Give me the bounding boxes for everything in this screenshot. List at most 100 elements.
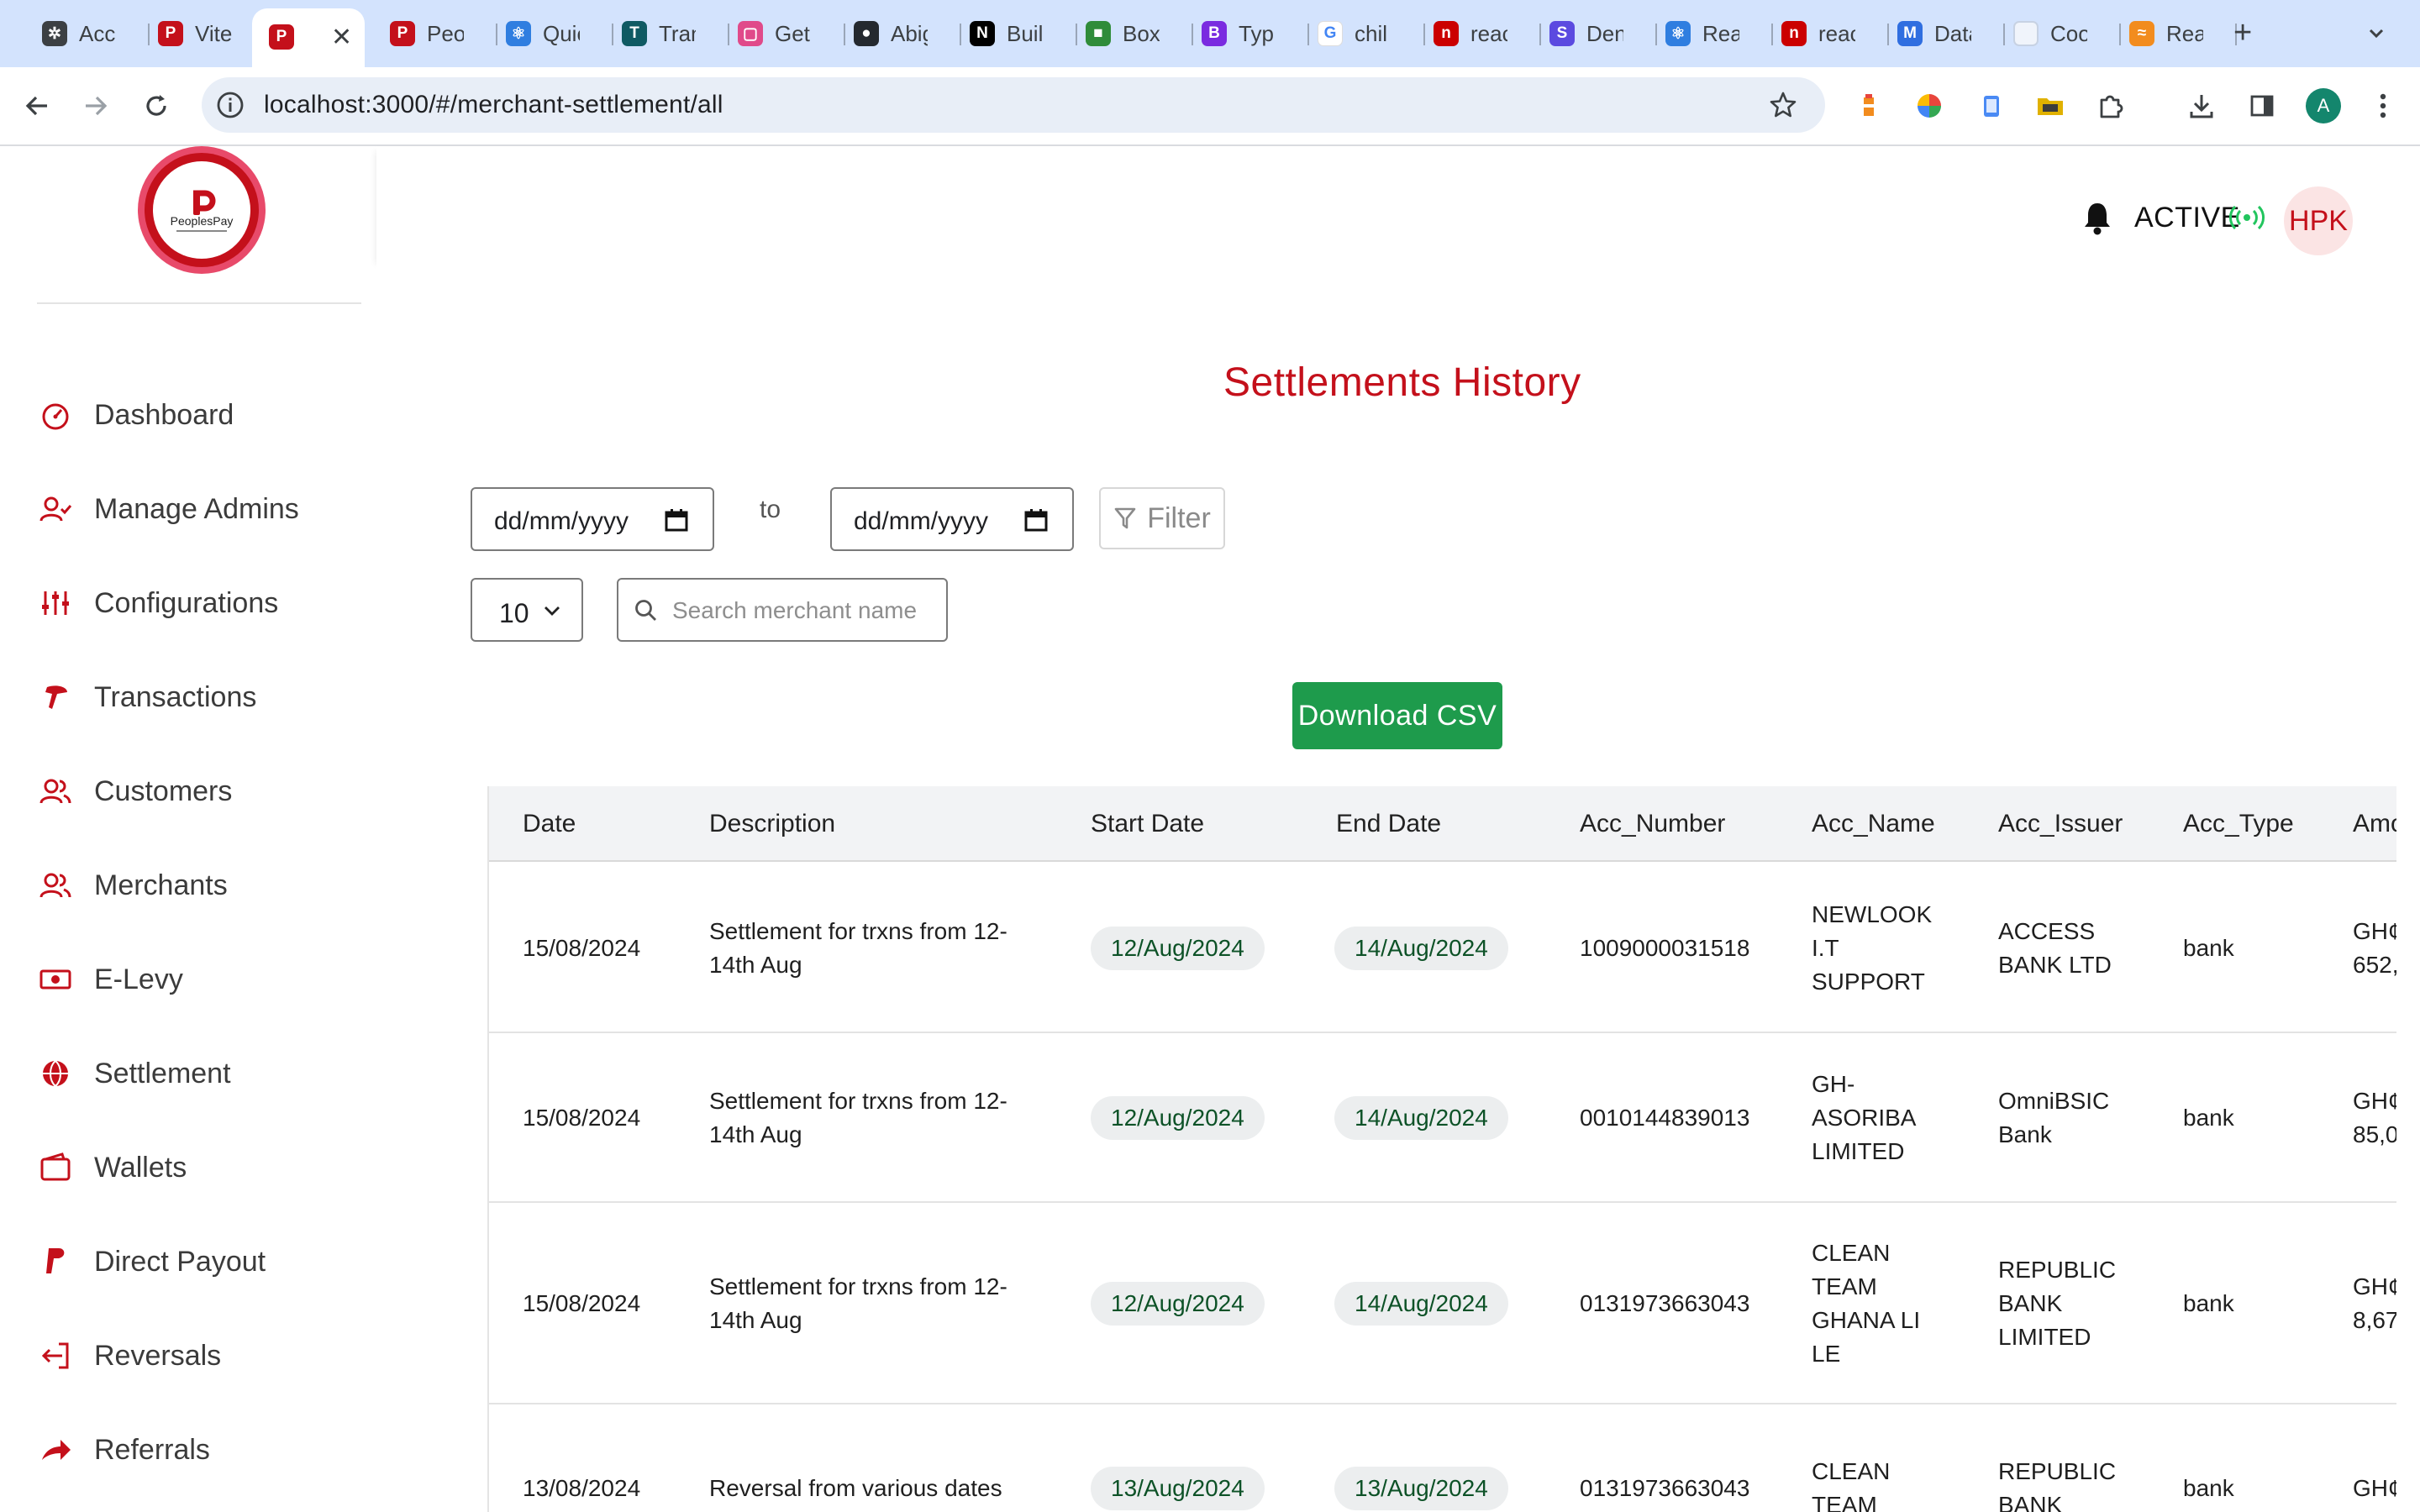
side-panel-icon[interactable] [2247,91,2277,121]
browser-toolbar: localhost:3000/#/merchant-settlement/all [0,67,2420,146]
browser-tab[interactable]: nreac [1415,13,1541,54]
tab-title: reac [1470,20,1507,46]
bookmark-star-icon[interactable] [1768,90,1798,120]
end-date-badge: 14/Aug/2024 [1334,1096,1508,1140]
calendar-icon[interactable] [664,507,689,533]
sidebar-item-wallets[interactable]: Wallets [37,1142,365,1193]
new-tab-button[interactable]: + [2233,17,2252,49]
sidebar-item-transactions[interactable]: Transactions [37,672,365,722]
table-row[interactable]: 13/08/2024 Reversal from various dates 13/… [489,1404,2396,1512]
sidebar-item-customers[interactable]: Customers [37,766,365,816]
browser-tab[interactable]: T Tran [603,13,729,54]
cell-acc-type: bank [2183,935,2234,961]
page-title: Settlements History [1223,360,1581,405]
browser-tab[interactable]: ▢ Get [719,13,845,54]
browser-tab[interactable]: N Buil [951,13,1077,54]
tab-title: Rea [2166,20,2203,46]
column-header-acc-type[interactable]: Acc_Type [2183,810,2294,838]
mui-icon: M [1897,21,1923,46]
start-date-input[interactable]: dd/mm/yyyy [471,487,714,551]
back-arrow-icon[interactable] [20,89,54,123]
profile-avatar[interactable]: A [2306,88,2341,123]
user-avatar[interactable]: HPK [2284,186,2353,255]
react-icon: ⚛ [506,21,531,46]
url-text[interactable]: localhost:3000/#/merchant-settlement/all [264,91,723,119]
sidebar-item-configurations[interactable]: Configurations [37,578,365,628]
sidebar-item-settlement[interactable]: Settlement [37,1048,365,1099]
sidebar-item-reversals[interactable]: Reversals [37,1331,365,1381]
browser-tab[interactable]: M Data [1879,13,2005,54]
column-header-description[interactable]: Description [709,810,835,838]
tab-title: Den [1586,20,1623,46]
end-date-badge: 14/Aug/2024 [1334,927,1508,970]
cell-acc-number: 1009000031518 [1580,935,1750,961]
extension-folder-icon[interactable] [2035,91,2065,121]
sidebar-item-e-levy[interactable]: E-Levy [37,954,365,1005]
browser-tab[interactable]: B Typ [1183,13,1309,54]
search-input[interactable] [672,593,934,628]
download-csv-button[interactable]: Download CSV [1292,682,1502,749]
browser-tab[interactable]: S Den [1531,13,1657,54]
page-size-value: 10 [499,598,529,628]
extensions-puzzle-icon[interactable] [2096,91,2126,121]
sidebar-item-manage-admins[interactable]: Manage Admins [37,484,365,534]
sidebar-item-direct-payout[interactable]: Direct Payout [37,1236,365,1287]
download-icon[interactable] [2186,91,2217,121]
address-bar[interactable]: localhost:3000/#/merchant-settlement/all [202,77,1825,133]
dashboard-gauge-icon [37,396,74,433]
browser-menu-icon[interactable] [2368,91,2398,121]
broadcast-signal-icon [2229,205,2265,230]
column-header-end-date[interactable]: End Date [1336,810,1441,838]
table-row[interactable]: 15/08/2024 Settlement for trxns from 12- 1… [489,864,2396,1033]
cell-amount: GH¢ [2353,1273,2396,1299]
cell-acc-issuer: ACCESS [1998,918,2096,944]
browser-tab[interactable]: nreac [1763,13,1889,54]
column-header-acc-name[interactable]: Acc_Name [1812,810,1935,838]
end-date-placeholder: dd/mm/yyyy [854,507,989,535]
start-date-badge: 12/Aug/2024 [1091,927,1265,970]
column-header-acc-number[interactable]: Acc_Number [1580,810,1725,838]
forward-arrow-icon[interactable] [79,89,113,123]
end-date-input[interactable]: dd/mm/yyyy [830,487,1074,551]
sidebar-item-label: Merchants [94,869,228,901]
browser-tab[interactable]: ● Abig [835,13,961,54]
cell-date: 13/08/2024 [523,1475,641,1501]
filter-button[interactable]: Filter [1099,487,1225,549]
table-row[interactable]: 15/08/2024 Settlement for trxns from 12- 1… [489,1033,2396,1203]
column-header-acc-issuer[interactable]: Acc_Issuer [1998,810,2123,838]
sidebar-item-label: Customers [94,774,233,807]
cell-acc-name: LE [1812,1341,1841,1367]
browser-tab[interactable]: Gchil [1299,13,1425,54]
cell-acc-type: bank [2183,1290,2234,1316]
browser-tab[interactable]: ⚛ Quic [487,13,613,54]
tab-search-chevron-icon[interactable] [2365,22,2388,45]
sidebar-item-merchants[interactable]: Merchants [37,860,365,911]
notification-bell-icon[interactable] [2081,200,2114,235]
browser-tab[interactable]: P Vite [139,13,266,54]
table-row[interactable]: 15/08/2024 Settlement for trxns from 12- 1… [489,1203,2396,1404]
calendar-icon[interactable] [1023,507,1049,533]
browser-tab[interactable]: Coo [1995,13,2121,54]
merchant-search-field[interactable] [617,578,948,642]
reload-icon[interactable] [139,89,173,123]
close-tab-icon[interactable]: ✕ [331,25,352,50]
sidebar-item-referrals[interactable]: Referrals [37,1425,365,1475]
extension-color-wheel-icon[interactable] [1914,91,1944,121]
browser-tab[interactable]: ⚛ Rea [1647,13,1773,54]
sidebar-item-dashboard[interactable]: Dashboard [37,390,365,440]
browser-tab[interactable]: ≈ Rea [2111,13,2237,54]
sliders-icon [37,585,74,622]
cell-acc-issuer: LIMITED [1998,1324,2091,1350]
tab-title: Rea [1702,20,1739,46]
extension-clipboard-icon[interactable] [1976,91,2007,121]
browser-tab[interactable]: ■ Box [1067,13,1193,54]
active-browser-tab[interactable]: P ✕ [252,8,365,67]
browser-tab[interactable]: P Peo [371,13,497,54]
column-header-amount[interactable]: Amo [2353,810,2396,838]
column-header-start-date[interactable]: Start Date [1091,810,1204,838]
column-header-date[interactable]: Date [523,810,576,838]
site-info-icon[interactable] [215,90,245,120]
extension-lighthouse-icon[interactable] [1854,91,1884,121]
page-size-select[interactable]: 10 [471,578,583,642]
browser-tab[interactable]: ✲ Acc [24,13,150,54]
